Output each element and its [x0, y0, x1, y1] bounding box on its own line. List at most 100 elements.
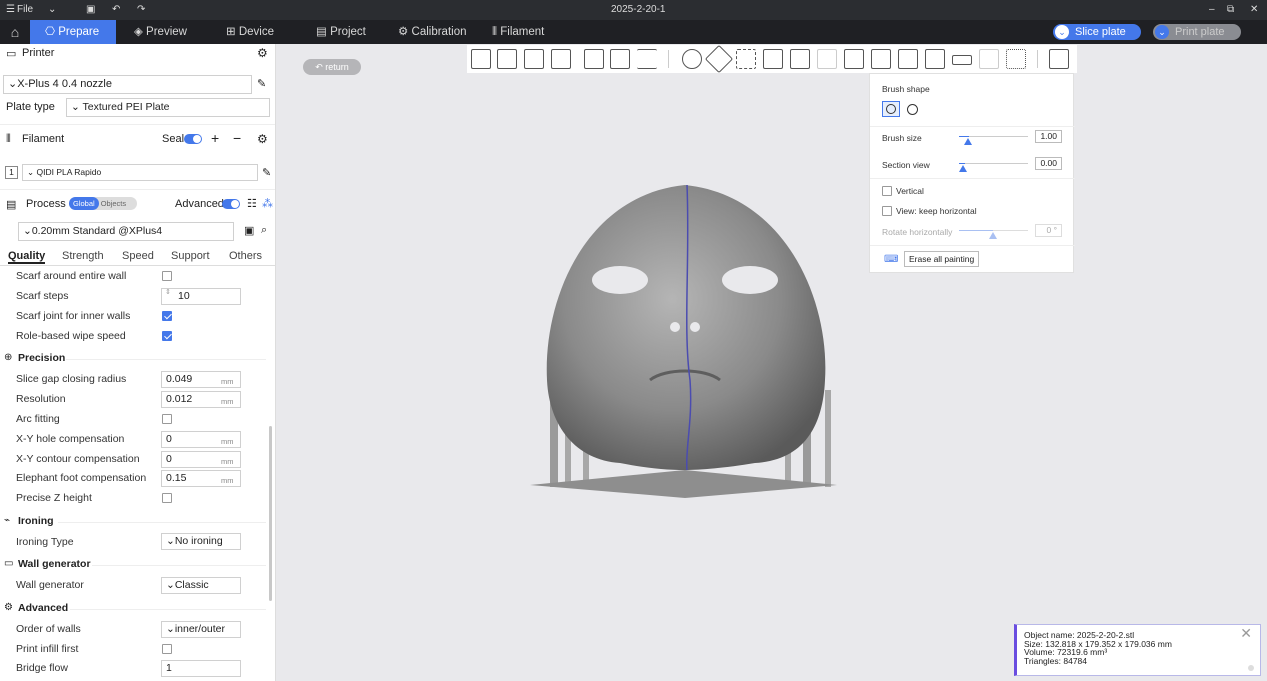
orient-icon[interactable] [524, 49, 544, 69]
advanced-toggle[interactable] [222, 199, 240, 209]
print-plate-button[interactable]: ⌄ Print plate [1153, 24, 1241, 40]
edit-icon[interactable]: ✎ [257, 77, 266, 90]
role-wipe-label: Role-based wipe speed [16, 330, 126, 342]
brush-size-slider-thumb[interactable] [964, 138, 972, 145]
spinner-arrows-icon[interactable]: ⇕ [165, 288, 171, 296]
redo-icon[interactable]: ↷ [137, 4, 145, 15]
add-object-icon[interactable] [471, 49, 491, 69]
add-icon[interactable]: + [211, 130, 219, 146]
support-paint-icon[interactable] [844, 49, 864, 69]
layers-icon[interactable] [584, 49, 604, 69]
brush-size-slider[interactable] [959, 136, 1028, 137]
objects-option[interactable]: Objects [99, 199, 126, 208]
hamburger-icon[interactable]: ☰ [6, 4, 15, 15]
sphere-brush-icon[interactable] [907, 104, 918, 115]
tab-speed[interactable]: Speed [122, 250, 154, 262]
fuzzy-skin-icon[interactable] [1006, 49, 1026, 69]
sidebar-scrollbar[interactable] [269, 426, 272, 601]
rotate-horizontally-slider[interactable] [959, 230, 1028, 231]
move-icon[interactable] [682, 49, 702, 69]
gear-icon[interactable]: ⚙ [257, 132, 268, 146]
section-view-slider[interactable] [959, 163, 1028, 164]
scarf-steps-spinner[interactable]: 10 [161, 288, 241, 305]
filament-select[interactable]: ⌄ QIDI PLA Rapido [22, 164, 258, 181]
chevron-down-icon[interactable]: ⌄ [1055, 25, 1069, 39]
brush-circle-option[interactable] [882, 101, 900, 117]
tab-filament[interactable]: ⦀ Filament [492, 20, 562, 44]
text-icon[interactable] [898, 49, 918, 69]
global-objects-switch[interactable]: Global Objects [69, 197, 137, 210]
return-button[interactable]: ↶ return [303, 59, 361, 75]
chevron-down-icon[interactable]: ⌄ [48, 4, 56, 15]
tab-others[interactable]: Others [229, 250, 262, 262]
arrange-icon[interactable] [551, 49, 571, 69]
vertical-checkbox[interactable] [882, 186, 892, 196]
tab-strength[interactable]: Strength [62, 250, 104, 262]
restore-icon[interactable]: ⧉ [1227, 4, 1234, 15]
collapse-icon[interactable] [1248, 665, 1254, 671]
ironing-type-select[interactable]: ⌄No ironing [161, 533, 241, 550]
color-paint-icon[interactable] [925, 49, 945, 69]
bridge-flow-input[interactable]: 1 [161, 660, 241, 677]
tab-quality[interactable]: Quality [8, 250, 46, 264]
edit-icon[interactable]: ✎ [262, 166, 271, 179]
mask-model[interactable] [525, 180, 845, 500]
lay-on-face-icon[interactable] [763, 49, 783, 69]
tab-prepare[interactable]: ⎔ Prepare [30, 20, 116, 44]
rotate-horizontally-input[interactable]: 0 ° [1035, 224, 1062, 237]
tab-support[interactable]: Support [171, 250, 210, 262]
undo-icon[interactable]: ↶ [112, 4, 120, 15]
file-menu[interactable]: File [17, 4, 33, 15]
divider [0, 124, 275, 125]
close-icon[interactable]: ✕ [1250, 4, 1258, 15]
remove-icon[interactable]: − [233, 130, 241, 146]
rotate-icon[interactable] [704, 44, 734, 74]
save-icon[interactable]: ▣ [86, 4, 95, 15]
print-infill-first-checkbox[interactable] [162, 644, 172, 654]
add-plate-icon[interactable] [497, 49, 517, 69]
precise-z-checkbox[interactable] [162, 493, 172, 503]
gear-icon[interactable]: ⚙ [257, 46, 268, 60]
tab-preview[interactable]: ◈ Preview [134, 20, 214, 44]
scarf-entire-wall-checkbox[interactable] [162, 271, 172, 281]
resolution-value: 0.012 [166, 393, 193, 405]
compare-icon[interactable]: ☷ [247, 197, 257, 210]
search-icon[interactable]: ⌕ [261, 224, 267, 237]
save-preset-icon[interactable]: ▣ [244, 224, 254, 237]
search-settings-icon[interactable]: ⁂ [262, 197, 273, 210]
section-view-input[interactable]: 0.00 [1035, 157, 1062, 170]
order-walls-select[interactable]: ⌄inner/outer [161, 621, 241, 638]
seam-paint-icon[interactable] [871, 49, 891, 69]
plate-type-select[interactable]: ⌄ Textured PEI Plate [66, 98, 270, 117]
plate-settings-icon[interactable] [610, 49, 630, 69]
measure-icon[interactable] [952, 55, 972, 65]
cut-icon[interactable] [790, 49, 810, 69]
tab-project[interactable]: ▤ Project [316, 20, 386, 44]
assembly-icon[interactable] [979, 49, 999, 69]
wall-generator-select[interactable]: ⌄Classic [161, 577, 241, 594]
role-wipe-checkbox[interactable] [162, 331, 172, 341]
global-option[interactable]: Global [69, 197, 99, 210]
printer-select[interactable]: ⌄X-Plus 4 0.4 nozzle [3, 75, 252, 94]
rotate-horizontally-slider-thumb[interactable] [989, 232, 997, 239]
keep-horizontal-checkbox[interactable] [882, 206, 892, 216]
split-view-icon[interactable] [1049, 49, 1069, 69]
minimize-icon[interactable]: – [1209, 4, 1215, 15]
scarf-inner-checkbox[interactable] [162, 311, 172, 321]
tab-calibration[interactable]: ⚙ Calibration [398, 20, 488, 44]
brush-size-input[interactable]: 1.00 [1035, 130, 1062, 143]
section-view-slider-thumb[interactable] [959, 165, 967, 172]
chevron-down-icon[interactable]: ⌄ [1155, 25, 1169, 39]
close-icon[interactable]: ✕ [1240, 626, 1252, 639]
boolean-icon[interactable] [817, 49, 837, 69]
seal-toggle[interactable] [184, 134, 202, 144]
erase-all-painting-button[interactable]: Erase all painting [904, 251, 980, 267]
process-preset-select[interactable]: ⌄0.20mm Standard @XPlus4 [18, 222, 234, 241]
arc-fitting-checkbox[interactable] [162, 414, 172, 424]
tab-device[interactable]: ⊞ Device [226, 20, 296, 44]
ironing-type-label: Ironing Type [16, 536, 74, 548]
scale-icon[interactable] [736, 49, 756, 69]
slice-plate-button[interactable]: ⌄ Slice plate [1053, 24, 1141, 40]
variable-layer-icon[interactable] [637, 49, 657, 69]
home-icon[interactable]: ⌂ [0, 20, 30, 44]
